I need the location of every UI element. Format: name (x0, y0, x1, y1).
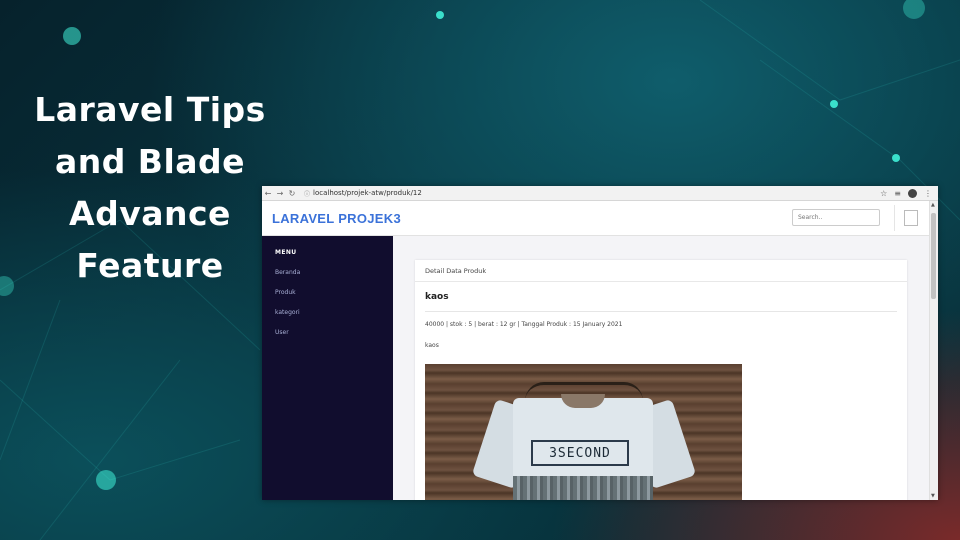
reload-icon[interactable]: ↻ (286, 189, 298, 198)
slide-title-line: Feature (76, 246, 224, 285)
shirt-logo: 3SECOND (531, 440, 629, 466)
slide-title-line: Advance (69, 194, 231, 233)
sidebar-item-produk[interactable]: Produk (275, 289, 393, 296)
slide-title: Laravel Tips and Blade Advance Feature (20, 84, 280, 292)
product-name: kaos (425, 292, 449, 302)
shirt-logo-text: 3SECOND (549, 445, 611, 461)
browser-toolbar: ☆ ≡ ⋮ (880, 188, 938, 198)
scroll-up-icon[interactable]: ▲ (931, 202, 935, 208)
product-meta: 40000 | stok : 5 | berat : 12 gr | Tangg… (425, 321, 623, 328)
url-field[interactable]: ⓘ localhost/projek-atw/produk/12 (304, 189, 422, 198)
scrollbar-thumb[interactable] (931, 213, 936, 299)
address-bar: ← → ↻ ⓘ localhost/projek-atw/produk/12 ☆… (262, 186, 938, 201)
app-page: LARAVEL PROJEK3 MENU Beranda Produk kate… (262, 201, 930, 500)
divider (425, 311, 897, 312)
back-icon[interactable]: ← (262, 189, 274, 198)
forward-icon[interactable]: → (274, 189, 286, 198)
top-navbar: LARAVEL PROJEK3 (262, 201, 930, 236)
shirt-print-trees (513, 476, 653, 500)
scroll-down-icon[interactable]: ▼ (931, 493, 935, 499)
card-header: Detail Data Produk (415, 260, 907, 282)
navbar-divider (894, 205, 895, 231)
product-detail-card: Detail Data Produk kaos 40000 | stok : 5… (415, 260, 907, 500)
sidebar-heading: MENU (275, 249, 297, 256)
star-icon[interactable]: ☆ (880, 189, 887, 198)
sidebar-item-user[interactable]: User (275, 329, 393, 336)
more-icon[interactable]: ⋮ (924, 189, 932, 198)
slide-title-line: and Blade (54, 142, 246, 181)
brand-logo[interactable]: LARAVEL PROJEK3 (272, 211, 401, 226)
slide-title-line: Laravel Tips (34, 90, 266, 129)
product-description: kaos (425, 342, 439, 349)
profile-icon[interactable] (908, 188, 917, 198)
sidebar: MENU Beranda Produk kategori User (262, 236, 393, 500)
avatar[interactable] (904, 210, 918, 226)
main-content: Detail Data Produk kaos 40000 | stok : 5… (393, 236, 930, 500)
playlist-icon[interactable]: ≡ (894, 189, 901, 198)
sidebar-item-beranda[interactable]: Beranda (275, 269, 393, 276)
browser-window: ← → ↻ ⓘ localhost/projek-atw/produk/12 ☆… (262, 186, 938, 500)
product-image: 3SECOND (425, 364, 742, 500)
url-text: localhost/projek-atw/produk/12 (313, 189, 422, 197)
search-input[interactable] (792, 209, 880, 226)
scrollbar[interactable]: ▲ ▼ (929, 201, 938, 500)
info-icon[interactable]: ⓘ (304, 189, 310, 198)
sidebar-item-kategori[interactable]: kategori (275, 309, 393, 316)
